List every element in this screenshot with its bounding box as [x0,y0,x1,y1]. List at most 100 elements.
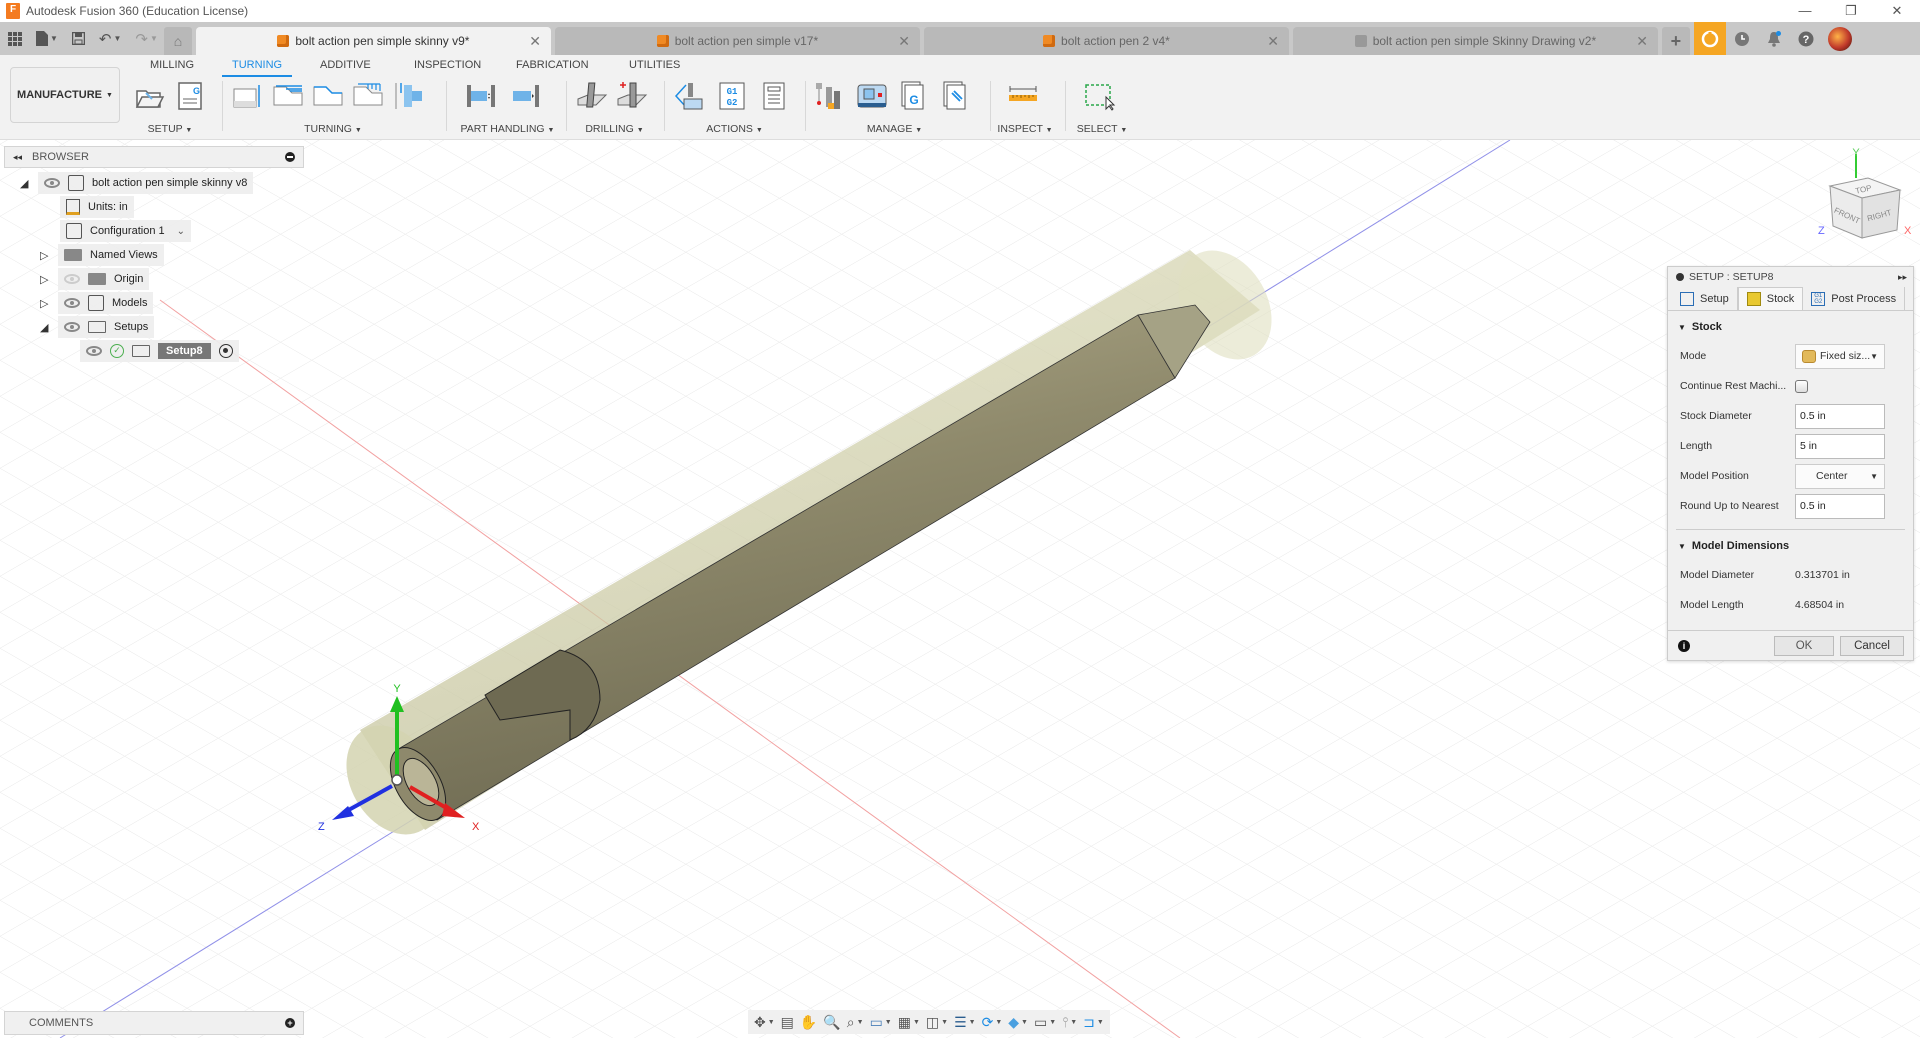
dialog-collapse-icon[interactable] [1676,273,1684,281]
toolpath-button[interactable]: ⊐ ▼ [1083,1011,1104,1033]
tab-close-icon[interactable]: ✕ [1636,33,1648,50]
minimize-button[interactable]: — [1782,0,1828,22]
collapsed-icon[interactable]: ▷ [40,297,52,310]
collapse-browser-icon[interactable]: ◂◂ [13,152,22,163]
eye-icon[interactable] [44,178,60,188]
continue-rest-checkbox[interactable] [1795,379,1808,393]
eye-hidden-icon[interactable] [64,274,80,284]
user-avatar[interactable] [1827,26,1852,51]
eye-icon[interactable] [64,322,80,332]
select-group-label[interactable]: SELECT ▼ [1072,123,1132,135]
tree-node-root[interactable]: ◢ bolt action pen simple skinny v8 [20,172,254,194]
template-library-icon[interactable] [940,81,972,111]
visual-style-button[interactable]: ◫ ▼ [926,1011,948,1033]
turning-group-label[interactable]: TURNING ▼ [228,123,438,135]
tab-close-icon[interactable]: ✕ [898,33,910,50]
redo-button[interactable]: ↷ ▼ [135,30,158,48]
tab-stock[interactable]: Stock [1737,287,1804,310]
refresh-button[interactable]: ⟳ ▼ [982,1011,1003,1033]
turning-part-icon[interactable] [392,81,424,111]
minimize-browser-icon[interactable] [285,152,295,162]
tab-milling[interactable]: MILLING [150,59,194,75]
tab-close-icon[interactable]: ✕ [529,33,541,50]
machine-button[interactable]: ▭ ▼ [1034,1011,1056,1033]
tab-turning[interactable]: TURNING [222,59,293,77]
eye-icon[interactable] [86,346,102,356]
eye-icon[interactable] [64,298,80,308]
zoom-button[interactable]: 🔍 [823,1011,840,1033]
save-button[interactable] [71,32,85,45]
browser-header[interactable]: ◂◂ BROWSER [4,146,304,168]
tree-node-named-views[interactable]: ▷ Named Views [40,244,164,266]
tab-post-process[interactable]: G1 G2 Post Process [1803,287,1906,310]
collapsed-icon[interactable]: ▷ [40,249,52,262]
simulate-icon[interactable] [674,81,706,111]
round-up-input[interactable] [1795,493,1885,519]
setup-group-label[interactable]: SETUP ▼ [130,123,210,135]
turning-groove-icon[interactable] [352,81,384,111]
post-process-icon[interactable]: G1G2 [716,81,748,111]
bar-pull-icon[interactable] [509,81,541,111]
tree-node-models[interactable]: ▷ Models [40,292,154,314]
part-transfer-icon[interactable] [465,81,497,111]
mode-select[interactable]: Fixed siz... ▼ [1795,343,1885,369]
recent-button[interactable] [1726,22,1758,55]
notifications-button[interactable] [1758,22,1790,55]
chevron-down-icon[interactable]: ⌄ [177,226,185,237]
orbit-button[interactable]: ✥ ▼ [754,1011,775,1033]
collapsed-icon[interactable]: ▷ [40,273,52,286]
model-dimensions-section-header[interactable]: ▼ Model Dimensions [1668,530,1913,560]
info-icon[interactable]: i [1678,639,1690,652]
home-button[interactable]: ⌂ [163,27,192,55]
view-cube[interactable]: Y TOP FRONT RIGHT Z X [1800,146,1920,256]
tool-button[interactable]: ⫯ ▼ [1062,1011,1077,1033]
tab-close-icon[interactable]: ✕ [1267,33,1279,50]
environment-button[interactable]: ◆ ▼ [1008,1011,1028,1033]
data-panel-button[interactable] [8,31,22,46]
help-button[interactable]: ? [1790,22,1822,55]
document-tab-4[interactable]: bolt action pen simple Skinny Drawing v2… [1292,27,1658,55]
machine-library-icon[interactable] [856,81,888,111]
expanded-icon[interactable]: ◢ [20,177,32,190]
grid-button[interactable]: ▦ ▼ [898,1011,920,1033]
document-tab-1[interactable]: bolt action pen simple skinny v9* ✕ [195,27,551,55]
model-position-select[interactable]: Center ▼ [1795,463,1885,489]
comments-panel[interactable]: COMMENTS + [4,1011,304,1035]
tab-fabrication[interactable]: FABRICATION [516,59,589,75]
restore-button[interactable]: ❐ [1828,0,1874,22]
part-handling-group-label[interactable]: PART HANDLING ▼ [455,123,560,135]
setup-sheet-icon[interactable] [758,81,790,111]
ok-button[interactable]: OK [1774,635,1834,656]
add-comment-icon[interactable]: + [285,1018,295,1028]
file-menu-button[interactable]: ▼ [36,31,58,46]
turning-profile-finishing-icon[interactable] [312,81,344,111]
inspect-group-label[interactable]: INSPECT ▼ [995,123,1055,135]
measure-icon[interactable] [1007,81,1039,111]
post-library-icon[interactable]: G [898,81,930,111]
document-tab-3[interactable]: bolt action pen 2 v4* ✕ [923,27,1289,55]
tree-node-units[interactable]: Units: in [60,196,134,218]
stock-diameter-input[interactable] [1795,403,1885,429]
hole-recognition-icon[interactable] [616,81,648,111]
fit-button[interactable]: ⌕ ▼ [847,1011,864,1033]
drilling-icon[interactable] [576,81,608,111]
length-input[interactable] [1795,433,1885,459]
tool-library-icon[interactable] [814,81,846,111]
new-tab-button[interactable]: + [1661,27,1690,55]
job-status-button[interactable] [1693,22,1726,55]
close-window-button[interactable]: ✕ [1874,0,1920,22]
display-settings-button[interactable]: ▭ ▼ [870,1011,892,1033]
undo-button[interactable]: ↶ ▼ [99,30,122,48]
turning-face-icon[interactable] [232,81,264,111]
tree-node-setups[interactable]: ◢ Setups [40,316,155,338]
layers-button[interactable]: ☰ ▼ [954,1011,976,1033]
look-at-button[interactable]: ▤ [781,1011,794,1033]
nc-program-icon[interactable]: G [174,81,206,111]
window-select-icon[interactable] [1084,81,1116,111]
activate-radio-icon[interactable] [218,344,233,358]
tab-setup[interactable]: Setup [1672,287,1738,310]
tree-node-configuration[interactable]: Configuration 1 ⌄ [60,220,191,242]
tab-inspection[interactable]: INSPECTION [414,59,481,75]
expand-dialog-icon[interactable]: ▸▸ [1898,272,1907,283]
3d-viewport[interactable]: Y Z X [0,140,1920,1038]
